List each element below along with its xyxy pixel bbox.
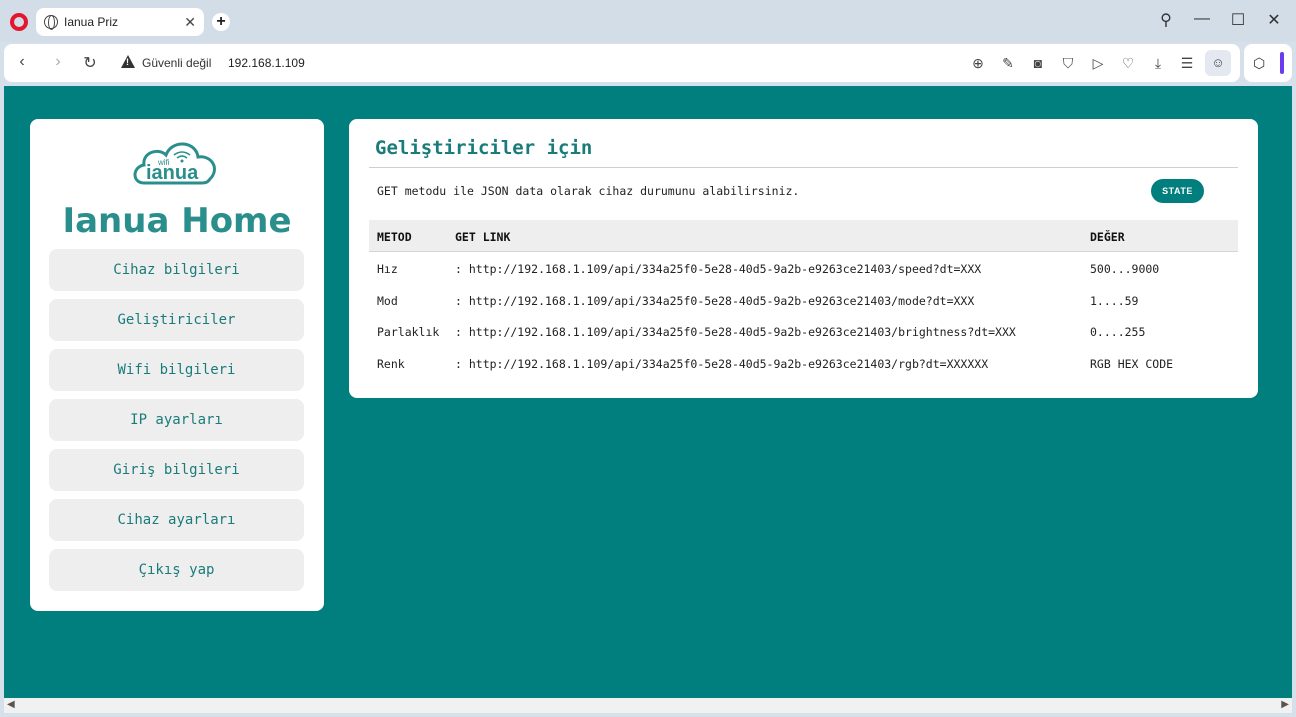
table-header: METOD GET LINK DEĞER (369, 220, 1238, 252)
title-divider (369, 167, 1238, 168)
brand-title: Ianua Home (62, 201, 292, 241)
heart-icon[interactable]: ♡ (1119, 54, 1137, 72)
scroll-right-icon[interactable]: ▶ (1281, 699, 1289, 710)
camera-icon[interactable]: ◙ (1029, 54, 1047, 72)
minimize-button[interactable]: — (1190, 10, 1214, 28)
maximize-button[interactable]: ☐ (1226, 10, 1250, 30)
shield-icon[interactable]: ⛉ (1059, 54, 1077, 72)
row-value: RGB HEX CODE (1090, 357, 1174, 371)
menu-giris-bilgileri[interactable]: Giriş bilgileri (49, 449, 304, 491)
row-method: Parlaklık (377, 325, 440, 339)
tab-title: Ianua Priz (64, 15, 119, 29)
row-method: Hız (377, 262, 398, 276)
horizontal-scrollbar[interactable]: ◀ ▶ (4, 698, 1292, 713)
menu-wifi-bilgileri[interactable]: Wifi bilgileri (49, 349, 304, 391)
column-header-value: DEĞER (1090, 230, 1125, 244)
scroll-left-icon[interactable]: ◀ (7, 699, 15, 710)
row-link: : http://192.168.1.109/api/334a25f0-5e28… (455, 262, 982, 276)
menu-cihaz-bilgileri[interactable]: Cihaz bilgileri (49, 249, 304, 291)
zoom-icon[interactable]: ⊕ (969, 54, 987, 72)
sidebar-card: wifi ianua Ianua Home Cihaz bilgileri Ge… (30, 119, 324, 611)
extensions-area: ⬡ (1244, 44, 1292, 82)
forward-icon[interactable]: › (48, 53, 68, 71)
edit-icon[interactable]: ✎ (999, 54, 1017, 72)
globe-icon (44, 15, 58, 30)
row-value: 500...9000 (1090, 262, 1160, 276)
svg-text:ianua: ianua (146, 162, 199, 184)
row-value: 1....59 (1090, 294, 1139, 308)
row-value: 0....255 (1090, 325, 1146, 339)
tab-search-icon[interactable]: ⚲ (1154, 10, 1178, 30)
security-label[interactable]: Güvenli değil (142, 56, 211, 70)
developers-card: Geliştiriciler için GET metodu ile JSON … (349, 119, 1258, 398)
browser-tabbar: Ianua Priz ✕ + ⚲ — ☐ ✕ (0, 0, 1296, 42)
download-icon[interactable]: ⤓ (1149, 54, 1167, 72)
browser-tab[interactable]: Ianua Priz ✕ (36, 8, 204, 36)
profile-icon[interactable]: ☺ (1205, 50, 1231, 76)
back-icon[interactable]: ‹ (12, 53, 32, 71)
url-input[interactable]: 192.168.1.109 (228, 56, 305, 70)
column-header-link: GET LINK (455, 230, 511, 244)
page-viewport: wifi ianua Ianua Home Cihaz bilgileri Ge… (4, 86, 1292, 698)
reload-icon[interactable]: ↻ (80, 53, 100, 73)
ianua-logo-icon: wifi ianua (133, 142, 216, 185)
row-link: : http://192.168.1.109/api/334a25f0-5e28… (455, 325, 1016, 339)
sidebar-indicator[interactable] (1280, 52, 1284, 74)
address-bar: ‹ › ↻ ! Güvenli değil 192.168.1.109 ⊕ ✎ … (4, 44, 1240, 82)
page-title: Geliştiriciler için (375, 137, 593, 159)
menu-ip-ayarlari[interactable]: IP ayarları (49, 399, 304, 441)
new-tab-button[interactable]: + (212, 13, 230, 31)
tab-close-icon[interactable]: ✕ (184, 14, 196, 31)
settings-lines-icon[interactable]: ☰ (1178, 54, 1196, 72)
row-link: : http://192.168.1.109/api/334a25f0-5e28… (455, 294, 975, 308)
opera-menu-icon[interactable] (10, 13, 28, 31)
menu-gelistiriciler[interactable]: Geliştiriciler (49, 299, 304, 341)
cube-icon[interactable]: ⬡ (1253, 55, 1265, 72)
menu-cihaz-ayarlari[interactable]: Cihaz ayarları (49, 499, 304, 541)
row-link: : http://192.168.1.109/api/334a25f0-5e28… (455, 357, 989, 371)
close-window-button[interactable]: ✕ (1262, 10, 1286, 30)
row-method: Renk (377, 357, 405, 371)
row-method: Mod (377, 294, 398, 308)
column-header-method: METOD (377, 230, 412, 244)
state-button[interactable]: STATE (1151, 179, 1204, 203)
description-text: GET metodu ile JSON data olarak cihaz du… (377, 184, 800, 198)
send-icon[interactable]: ▷ (1089, 54, 1107, 72)
menu-cikis-yap[interactable]: Çıkış yap (49, 549, 304, 591)
